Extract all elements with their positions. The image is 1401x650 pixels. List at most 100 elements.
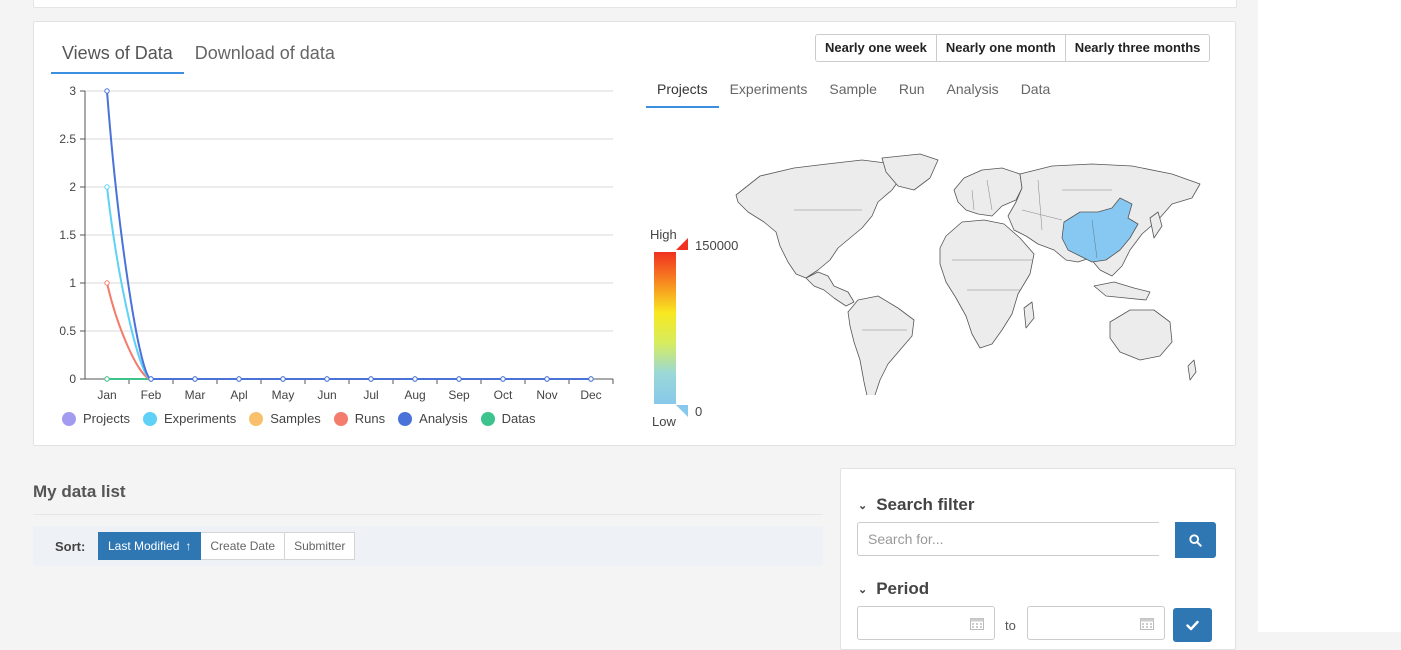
period-end-date-input[interactable] xyxy=(1027,606,1165,640)
data-point-datas[interactable] xyxy=(104,376,110,382)
sort-last-modified-button[interactable]: Last Modified ↑ xyxy=(98,532,202,560)
checkmark-icon xyxy=(1186,620,1199,630)
visualmap-high-label: High xyxy=(650,227,677,242)
map-region-new-zealand[interactable] xyxy=(1187,359,1197,381)
x-tick-label: Oct xyxy=(494,388,513,402)
legend-item-projects[interactable]: Projects xyxy=(62,411,130,426)
sort-bar: Sort: Last Modified ↑ Create Date Submitt… xyxy=(33,526,823,566)
sort-create-date-button[interactable]: Create Date xyxy=(201,532,286,560)
legend-label: Experiments xyxy=(163,411,237,426)
legend-label: Runs xyxy=(354,411,386,426)
data-point-analysis[interactable] xyxy=(148,376,154,382)
x-tick-label: Dec xyxy=(580,388,601,402)
data-point-analysis[interactable] xyxy=(192,376,198,382)
map-region-southeast-asia[interactable] xyxy=(1093,281,1151,301)
visualmap-gradient-bar[interactable] xyxy=(654,252,676,404)
calendar-icon xyxy=(970,618,984,630)
x-tick-label: Sep xyxy=(448,388,470,402)
data-point-analysis[interactable] xyxy=(324,376,330,382)
legend-dot-icon xyxy=(142,411,157,426)
data-point-analysis[interactable] xyxy=(236,376,242,382)
world-map xyxy=(735,153,1201,395)
legend-dot-icon xyxy=(333,411,348,426)
map-tabs: Projects Experiments Sample Run Analysis… xyxy=(646,78,1061,108)
sort-arrow-up-icon: ↑ xyxy=(185,539,192,553)
data-point-analysis[interactable] xyxy=(456,376,462,382)
data-point-analysis[interactable] xyxy=(368,376,374,382)
x-tick-label: May xyxy=(272,388,295,402)
map-region-africa[interactable] xyxy=(939,219,1035,349)
data-point-analysis[interactable] xyxy=(500,376,506,382)
x-tick-label: Feb xyxy=(141,388,162,402)
legend-label: Analysis xyxy=(419,411,468,426)
search-input[interactable] xyxy=(857,522,1159,556)
search-filter-title: Search filter xyxy=(876,495,975,514)
legend-dot-icon xyxy=(62,411,76,426)
chart-legend: Projects Experiments Samples Runs Analysis Da… xyxy=(62,411,549,426)
map-region-madagascar[interactable] xyxy=(1023,301,1035,329)
legend-item-analysis[interactable]: Analysis xyxy=(398,411,468,426)
legend-item-samples[interactable]: Samples xyxy=(249,411,321,426)
period-button-group: Nearly one week Nearly one month Nearly … xyxy=(815,34,1211,62)
visualmap-low-label: Low xyxy=(652,414,676,429)
x-tick-label: Jun xyxy=(317,388,336,402)
sort-submitter-button[interactable]: Submitter xyxy=(285,532,356,560)
y-tick-label: 3 xyxy=(69,84,76,98)
period-one-week-button[interactable]: Nearly one week xyxy=(816,35,936,61)
y-tick-label: 2 xyxy=(69,180,76,194)
period-apply-button[interactable] xyxy=(1173,608,1212,642)
map-tab-run[interactable]: Run xyxy=(888,78,936,106)
sort-button-group: Last Modified ↑ Create Date Submitter xyxy=(98,532,356,560)
map-region-north-america[interactable] xyxy=(735,159,903,279)
period-three-months-button[interactable]: Nearly three months xyxy=(1064,35,1210,61)
views-line-chart: 0 0.5 1 1.5 2 2.5 3 Jan Feb Mar Apl May Jun Jul Aug Sep… xyxy=(59,84,614,402)
data-point-experiments[interactable] xyxy=(104,184,110,190)
y-tick-label: 1 xyxy=(69,276,76,290)
data-point-analysis[interactable] xyxy=(544,376,550,382)
legend-dot-icon xyxy=(480,411,495,426)
visualmap-max-handle[interactable] xyxy=(676,238,688,250)
period-to-label: to xyxy=(1005,618,1016,633)
legend-dot-icon xyxy=(398,411,413,426)
map-tab-sample[interactable]: Sample xyxy=(818,78,887,106)
legend-item-datas[interactable]: Datas xyxy=(480,411,536,426)
x-tick-label: Mar xyxy=(185,388,206,402)
y-tick-label: 2.5 xyxy=(59,132,76,146)
my-data-list-title: My data list xyxy=(33,482,126,501)
search-button[interactable] xyxy=(1175,522,1216,558)
map-region-central-america[interactable] xyxy=(805,271,855,307)
x-tick-label: Aug xyxy=(404,388,425,402)
data-point-analysis[interactable] xyxy=(280,376,286,382)
data-point-analysis[interactable] xyxy=(412,376,418,382)
legend-item-experiments[interactable]: Experiments xyxy=(142,411,237,426)
map-tab-data[interactable]: Data xyxy=(1010,78,1062,106)
period-header[interactable]: ⌄ Period xyxy=(858,579,929,599)
map-region-australia[interactable] xyxy=(1109,309,1173,361)
calendar-icon xyxy=(1140,618,1154,630)
visualmap-min-value: 0 xyxy=(695,404,703,419)
map-tab-experiments[interactable]: Experiments xyxy=(719,78,819,106)
map-tab-analysis[interactable]: Analysis xyxy=(936,78,1010,106)
data-point-runs[interactable] xyxy=(104,280,110,286)
data-point-analysis[interactable] xyxy=(588,376,594,382)
x-tick-label: Nov xyxy=(536,388,557,402)
legend-item-runs[interactable]: Runs xyxy=(333,411,386,426)
y-tick-label: 0 xyxy=(69,372,76,386)
map-region-south-america[interactable] xyxy=(847,295,915,395)
legend-label: Datas xyxy=(501,411,536,426)
data-point-analysis[interactable] xyxy=(104,88,110,94)
top-card-edge xyxy=(33,0,1237,8)
right-side-panel xyxy=(1258,0,1401,632)
visualmap-min-handle[interactable] xyxy=(676,405,688,417)
sort-last-modified-label: Last Modified xyxy=(108,539,180,553)
x-tick-label: Apl xyxy=(230,388,247,402)
chevron-down-icon: ⌄ xyxy=(858,583,868,596)
map-tab-projects[interactable]: Projects xyxy=(646,78,719,108)
period-one-month-button[interactable]: Nearly one month xyxy=(935,35,1065,61)
x-tick-label: Jul xyxy=(363,388,378,402)
y-tick-label: 1.5 xyxy=(59,228,76,242)
legend-label: Projects xyxy=(83,411,130,426)
search-filter-header[interactable]: ⌄ Search filter xyxy=(858,495,974,515)
period-start-date-input[interactable] xyxy=(857,606,995,640)
legend-dot-icon xyxy=(249,411,264,426)
